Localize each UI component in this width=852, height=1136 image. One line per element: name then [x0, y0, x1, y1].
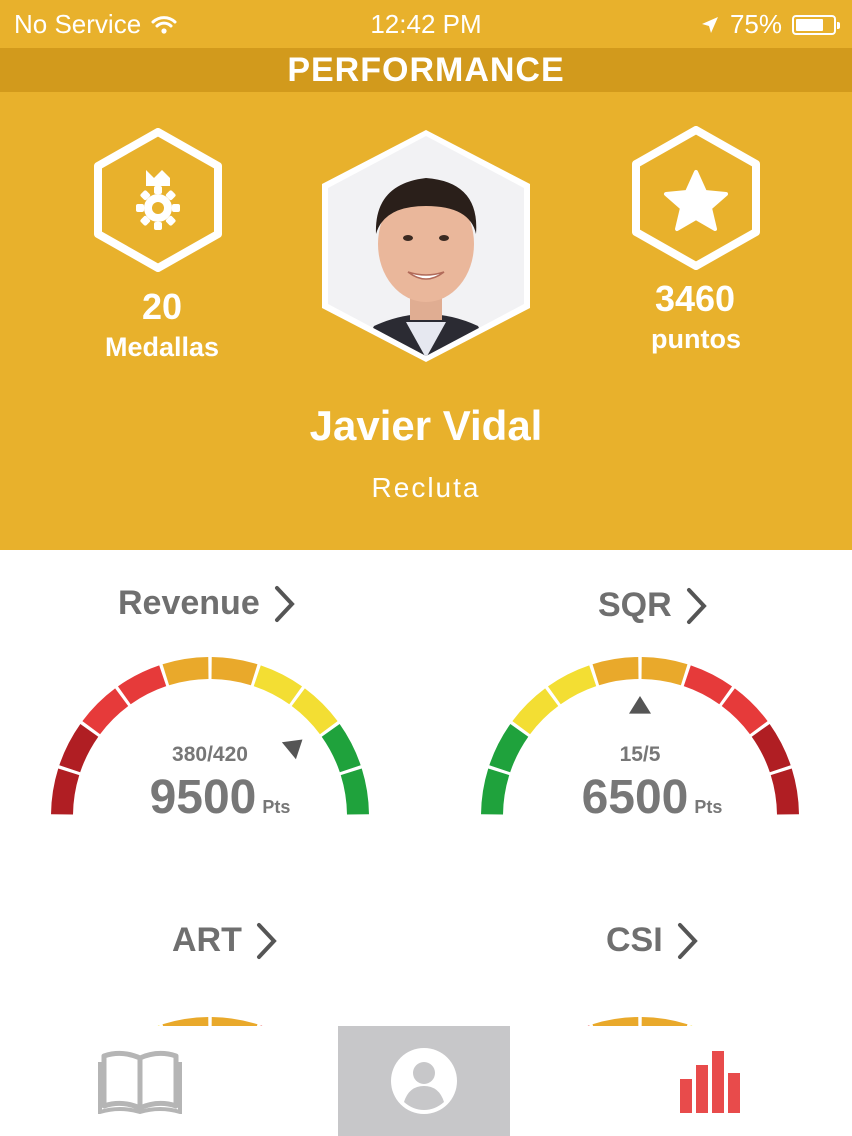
- gauge-segment: [751, 723, 791, 773]
- battery-icon: [792, 14, 840, 35]
- gauge-segment: [291, 688, 338, 735]
- gauge-segment: [512, 688, 559, 735]
- gauge-title-csi[interactable]: CSI: [606, 921, 699, 960]
- gauge-label: Revenue: [118, 584, 260, 622]
- points-count: 3460: [654, 278, 736, 319]
- gauge-label: SQR: [598, 586, 672, 624]
- status-bar: No Service 12:42 PM 75%: [0, 0, 852, 48]
- chevron-right-icon: [677, 922, 698, 959]
- chevron-right-icon: [256, 922, 277, 959]
- user-name: Javier Vidal: [309, 402, 543, 449]
- gauge-segment: [489, 723, 529, 773]
- gauge-title-art[interactable]: ART: [172, 921, 278, 960]
- gauge-segment: [253, 665, 303, 705]
- revenue-ratio: 380/420: [172, 743, 248, 766]
- gauge-segment: [321, 723, 361, 773]
- chevron-right-icon: [274, 585, 295, 622]
- gauge-segment: [481, 768, 510, 815]
- gauge-segment: [59, 723, 99, 773]
- sqr-points: 6500 Pts: [581, 771, 723, 824]
- location-arrow-icon: [701, 16, 718, 33]
- medal-icon[interactable]: [92, 128, 224, 272]
- gauge-segment: [721, 688, 768, 735]
- sqr-ratio: 15/5: [619, 743, 661, 766]
- battery-percent: 75%: [729, 9, 782, 39]
- gauge-segment: [770, 768, 799, 815]
- gauge-segment: [117, 665, 167, 705]
- points-label: puntos: [651, 324, 741, 354]
- bar-chart-icon: [680, 1051, 740, 1113]
- gauge-segment: [162, 657, 209, 686]
- gauge-label: CSI: [606, 921, 663, 959]
- gauge-segment: [547, 665, 597, 705]
- gauge-pointer: [629, 696, 651, 714]
- profile-icon: [391, 1048, 457, 1114]
- gauge-title-revenue[interactable]: Revenue: [118, 584, 296, 623]
- tab-profile[interactable]: [338, 1026, 510, 1136]
- gauge-segment: [641, 657, 688, 686]
- medals-label: Medallas: [104, 332, 220, 362]
- tab-learning[interactable]: [60, 1026, 220, 1136]
- book-icon: [98, 1050, 182, 1114]
- page-title: PERFORMANCE: [0, 48, 852, 92]
- profile-header: 20 Medallas 3460 puntos Javier Vidal Rec…: [0, 92, 852, 550]
- gauge-segment: [683, 665, 733, 705]
- tab-bar: [0, 1026, 852, 1136]
- revenue-points: 9500 Pts: [149, 771, 291, 824]
- user-role: Recluta: [371, 472, 481, 503]
- gauge-label: ART: [172, 921, 242, 959]
- gauge-segment: [51, 768, 80, 815]
- gauge-segment: [82, 688, 129, 735]
- medals-count: 20: [141, 286, 183, 327]
- tab-performance[interactable]: [630, 1026, 790, 1136]
- chevron-right-icon: [686, 587, 707, 624]
- gauge-segment: [211, 657, 258, 686]
- avatar[interactable]: [314, 126, 538, 366]
- gauge-title-sqr[interactable]: SQR: [598, 586, 708, 625]
- star-icon[interactable]: [630, 126, 762, 270]
- status-right: 75%: [700, 9, 840, 40]
- gauge-segment: [592, 657, 639, 686]
- gauge-segment: [340, 768, 369, 815]
